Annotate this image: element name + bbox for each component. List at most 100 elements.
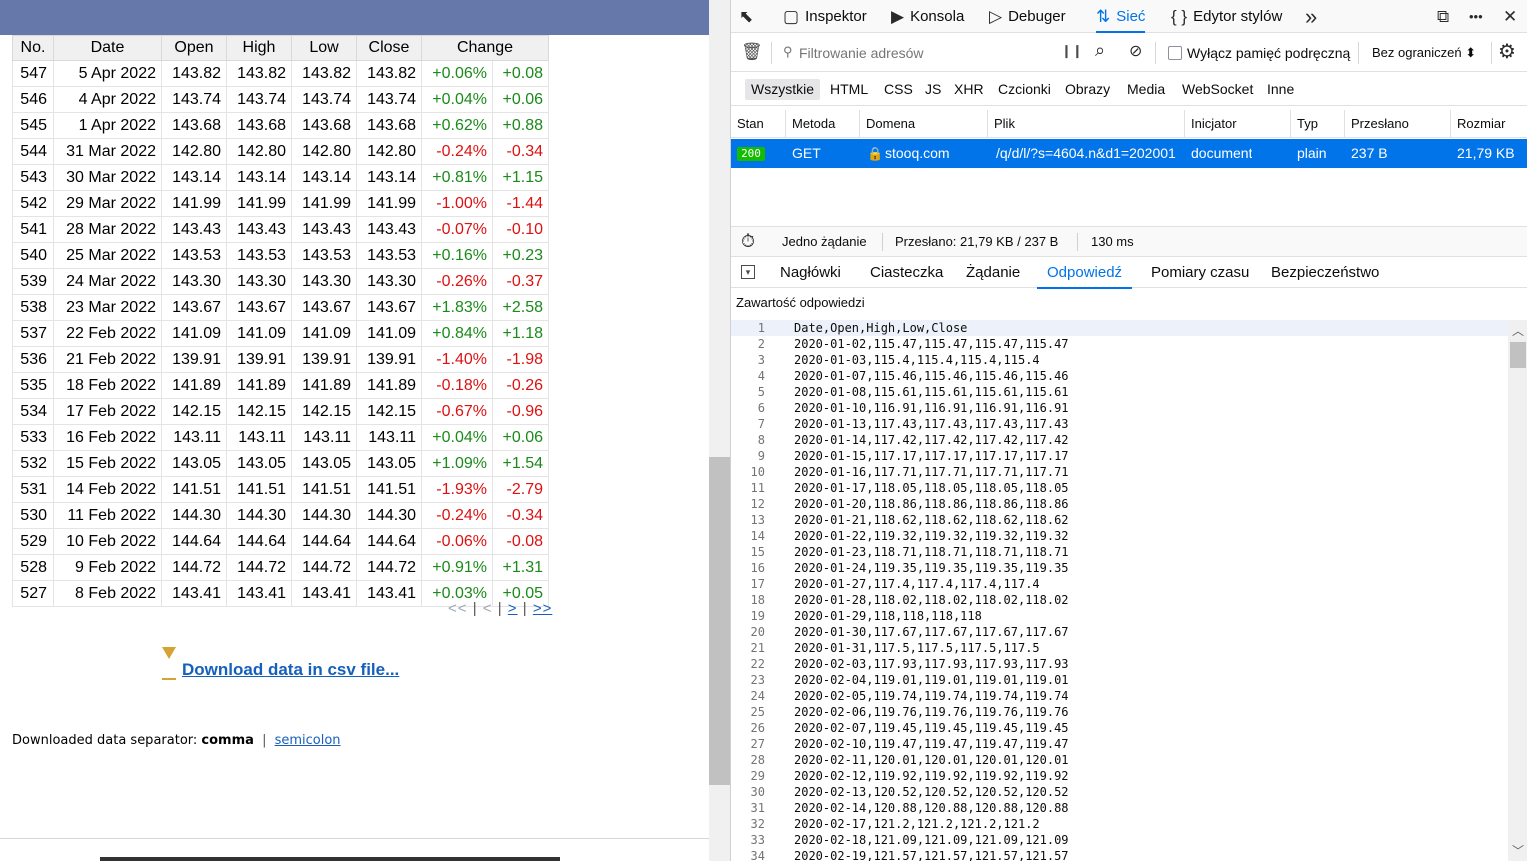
request-initiator: document [1191,145,1253,161]
pager-prev: < [482,600,493,617]
column-header-open[interactable]: Open [161,35,227,61]
scroll-up-icon[interactable]: ︿ [1508,322,1527,339]
page-scrollbar-thumb[interactable] [709,457,730,785]
type-filter-html[interactable]: HTML [824,79,874,100]
tab-console[interactable]: ▶ Konsola [891,0,964,33]
type-filter-css[interactable]: CSS [878,79,919,100]
cell-low: 141.51 [291,476,357,503]
code-line: 25 2020-02-06,119.76,119.76,119.76,119.76 [731,704,1508,720]
column-header-no[interactable]: No. [12,35,54,61]
line-number: 1 [757,321,765,335]
line-number: 5 [757,385,765,399]
download-csv-link[interactable]: Download data in csv file... [182,660,399,680]
pager-next-link[interactable]: > [508,600,518,617]
line-number: 10 [750,465,765,479]
tab-cookies[interactable]: Ciasteczka [870,258,943,288]
column-header-change[interactable]: Change [421,35,549,61]
request-row[interactable]: 200 GET 🔒 stooq.com /q/d/l/?s=4604.n&d1=… [731,139,1527,168]
cell-close: 143.68 [356,112,422,139]
type-filter-images[interactable]: Obrazy [1059,79,1116,100]
pager-separator: | [522,600,528,617]
cell-change-percent: -1.00% [421,190,493,217]
type-filter-websocket[interactable]: WebSocket [1176,79,1259,100]
disable-cache-label[interactable]: Wyłącz pamięć podręczną [1187,45,1350,61]
table-row: 533 16 Feb 2022 143.11 143.11 143.11 143.11 +0… [12,424,549,451]
scroll-down-icon[interactable]: ﹀ [1508,842,1527,859]
type-filter-media[interactable]: Media [1121,79,1171,100]
stopwatch-icon[interactable]: ⏱ [741,227,755,256]
tab-debugger[interactable]: ▷ Debuger [989,0,1066,33]
column-header-high[interactable]: High [226,35,292,61]
cell-change-absolute: +1.31 [492,554,549,581]
tab-headers[interactable]: Nagłówki [780,258,841,288]
column-header-close[interactable]: Close [356,35,422,61]
page-scrollbar[interactable] [709,0,730,861]
tab-request[interactable]: Żądanie [966,258,1020,288]
cell-close: 143.05 [356,450,422,477]
trash-icon[interactable]: 🗑 [741,42,763,62]
code-line: 5 2020-01-08,115.61,115.61,115.61,115.61 [731,384,1508,400]
column-header-status[interactable]: Stan [731,110,786,138]
pick-element-icon: ⬉ [739,6,754,26]
cell-close: 141.51 [356,476,422,503]
code-line: 27 2020-02-10,119.47,119.47,119.47,119.47 [731,736,1508,752]
tab-inspector[interactable]: ▢ Inspektor [783,0,867,33]
block-icon[interactable]: ⊘ [1129,41,1142,61]
column-header-file[interactable]: Plik [988,110,1185,138]
cell-date: 1 Apr 2022 [53,112,162,139]
tab-response[interactable]: Odpowiedź [1036,258,1133,289]
cell-close: 143.11 [356,424,422,451]
column-header-type[interactable]: Typ [1291,110,1345,138]
type-filter-other[interactable]: Inne [1261,79,1300,100]
table-row: 532 15 Feb 2022 143.05 143.05 143.05 143.05 +1… [12,450,549,477]
response-scrollbar[interactable]: ︿ ﹀ [1508,320,1527,861]
gear-icon[interactable]: ⚙ [1498,39,1516,64]
response-code-view[interactable]: 1 Date,Open,High,Low,Close 2 2020-01-02,115… [731,320,1508,861]
disable-cache-checkbox[interactable] [1168,46,1182,60]
column-header-low[interactable]: Low [291,35,357,61]
tab-label: Sieć [1116,8,1146,25]
type-filter-js[interactable]: JS [919,79,947,100]
throttling-select[interactable]: Bez ograniczeń ⬍ [1372,45,1476,61]
type-filter-xhr[interactable]: XHR [948,79,990,100]
pager: << | < | > | >> [448,600,552,617]
dock-button[interactable]: ⧉ [1437,0,1449,33]
column-header-date[interactable]: Date [53,35,162,61]
table-row: 530 11 Feb 2022 144.30 144.30 144.30 144.30 -0… [12,502,549,529]
more-tools-button[interactable]: » [1305,0,1317,33]
line-text: 2020-02-18,121.09,121.09,121.09,121.09 [794,833,1069,847]
request-file: /q/d/l/?s=4604.n&d1=202001 [996,145,1176,161]
cell-date: 29 Mar 2022 [53,190,162,217]
column-header-method[interactable]: Metoda [786,110,860,138]
filter-urls-input[interactable] [799,41,1039,65]
type-filter-fonts[interactable]: Czcionki [992,79,1057,100]
column-header-size[interactable]: Rozmiar [1451,110,1527,138]
line-number: 14 [750,529,765,543]
code-line: 17 2020-01-27,117.4,117.4,117.4,117.4 [731,576,1508,592]
code-line: 33 2020-02-18,121.09,121.09,121.09,121.09 [731,832,1508,848]
tab-network[interactable]: ⇅ Sieć [1096,0,1146,33]
type-filter-all[interactable]: Wszystkie [745,79,820,100]
tab-timings[interactable]: Pomiary czasu [1151,258,1249,288]
cell-close: 143.43 [356,216,422,243]
column-header-initiator[interactable]: Inicjator [1185,110,1291,138]
tab-security[interactable]: Bezpieczeństwo [1271,258,1379,288]
search-icon[interactable]: ⌕ [1095,40,1105,61]
code-line: 20 2020-01-30,117.67,117.67,117.67,117.67 [731,624,1508,640]
tab-style-editor[interactable]: { } Edytor stylów [1171,0,1282,33]
pick-element-button[interactable]: ⬉ [739,0,753,33]
column-header-domain[interactable]: Domena [860,110,988,138]
pause-icon[interactable]: ❙❙ [1061,43,1083,59]
column-header-transferred[interactable]: Przesłano [1345,110,1451,138]
cell-high: 143.05 [226,450,292,477]
cell-change-absolute: -0.10 [492,216,549,243]
pager-last-link[interactable]: >> [533,600,553,617]
close-devtools-button[interactable]: ✕ [1503,0,1517,33]
toggle-sidebar-icon[interactable]: ▾ [741,265,755,279]
separator-semicolon-link[interactable]: semicolon [275,733,341,748]
tab-label: Konsola [910,8,965,25]
line-number: 12 [750,497,765,511]
cell-change-absolute: +1.54 [492,450,549,477]
response-scrollbar-thumb[interactable] [1510,342,1526,368]
menu-button[interactable]: ••• [1469,0,1483,33]
